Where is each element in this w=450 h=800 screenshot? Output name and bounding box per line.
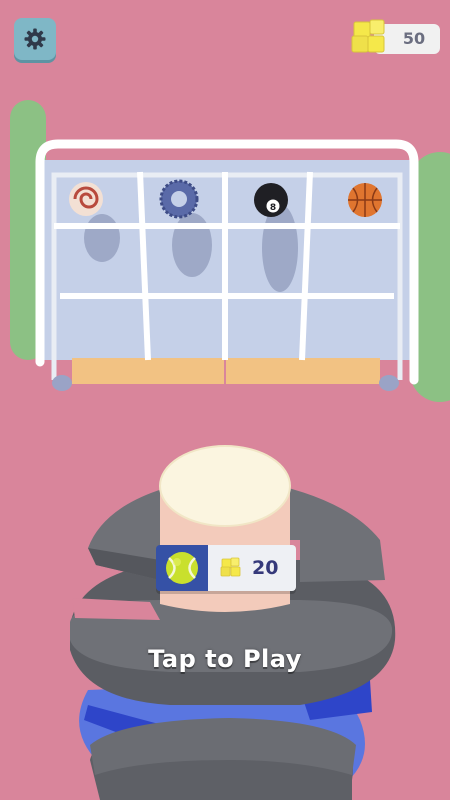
peppermint-candy-ball <box>69 182 103 216</box>
helix-tower <box>70 445 396 800</box>
offer-ball-box <box>156 545 208 591</box>
small-yellow-cubes-icon <box>220 557 241 577</box>
currency-amount: 50 <box>402 29 426 48</box>
tennis-ball-icon <box>166 552 198 584</box>
gear-icon <box>24 28 46 50</box>
game-scene: 8 <box>10 100 450 800</box>
currency-counter: 50 <box>351 19 440 56</box>
basketball <box>348 183 382 217</box>
settings-button[interactable] <box>14 18 56 60</box>
eight-ball: 8 <box>254 183 288 217</box>
eight-ball-number: 8 <box>270 203 276 213</box>
yellow-cubes-icon <box>351 19 385 53</box>
tap-to-play-label[interactable]: Tap to Play <box>0 645 450 673</box>
offer-cost: 20 <box>252 557 279 579</box>
offer-cost-box: 20 <box>208 545 296 591</box>
ball-offer-panel[interactable]: 20 <box>156 545 296 591</box>
ball-shelf <box>35 139 419 391</box>
tire-ball <box>159 179 199 219</box>
